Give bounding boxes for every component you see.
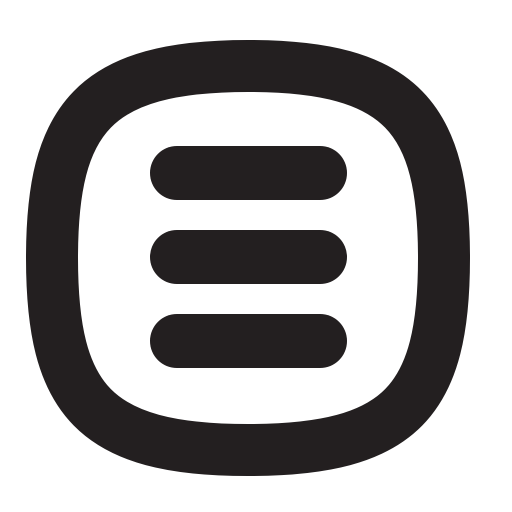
icon-canvas [0, 0, 512, 512]
menu-button[interactable] [0, 0, 512, 512]
menu-icon [26, 40, 470, 476]
